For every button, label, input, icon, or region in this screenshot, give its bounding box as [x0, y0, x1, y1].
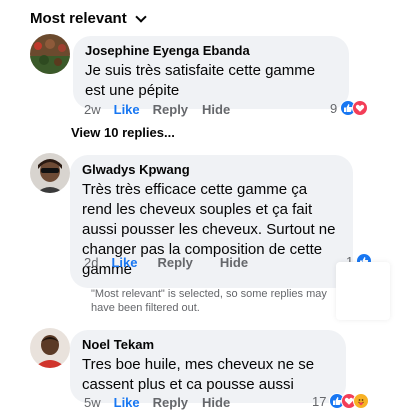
hide-button[interactable]: Hide	[220, 255, 248, 270]
care-icon	[353, 393, 370, 409]
comment-actions: 5w Like Reply Hide	[84, 395, 230, 410]
like-button[interactable]: Like	[111, 255, 137, 270]
sort-dropdown[interactable]: Most relevant	[30, 10, 147, 27]
reply-button[interactable]: Reply	[153, 102, 188, 117]
reply-button[interactable]: Reply	[153, 395, 188, 410]
view-replies-link[interactable]: View 10 replies...	[71, 125, 175, 140]
chevron-down-icon	[135, 10, 147, 23]
filter-notice: "Most relevant" is selected, so some rep…	[91, 288, 327, 314]
comment-text: Tres boe huile, mes cheveux ne se cassen…	[82, 356, 315, 393]
comment-author[interactable]: Glwadys Kpwang	[82, 162, 341, 178]
reaction-icons	[329, 393, 370, 409]
comment-bubble: Noel Tekam Tres boe huile, mes cheveux n…	[70, 330, 346, 403]
comment-time[interactable]: 5w	[84, 395, 101, 410]
reaction-icons	[340, 100, 369, 116]
reaction-count: 17	[312, 393, 327, 409]
like-button[interactable]: Like	[114, 102, 140, 117]
like-button[interactable]: Like	[114, 395, 140, 410]
avatar[interactable]	[30, 328, 70, 368]
comment-author[interactable]: Josephine Eyenga Ebanda	[85, 43, 337, 59]
comment-actions: 2d Like Reply Hide	[84, 255, 248, 270]
hide-button[interactable]: Hide	[202, 395, 230, 410]
notice-overlay	[336, 262, 390, 320]
avatar[interactable]	[30, 153, 70, 193]
love-icon	[352, 100, 369, 116]
reaction-count: 9	[330, 100, 338, 116]
reaction-summary[interactable]: 17	[312, 393, 370, 409]
comment-text: Je suis très satisfaite cette gamme est …	[85, 62, 316, 99]
reaction-summary[interactable]: 9	[330, 100, 369, 116]
avatar[interactable]	[30, 34, 70, 74]
comment-time[interactable]: 2d	[84, 255, 98, 270]
comment-author[interactable]: Noel Tekam	[82, 337, 334, 353]
comment-bubble: Josephine Eyenga Ebanda Je suis très sat…	[73, 36, 349, 109]
reply-button[interactable]: Reply	[157, 255, 192, 270]
comment-time[interactable]: 2w	[84, 102, 101, 117]
hide-button[interactable]: Hide	[202, 102, 230, 117]
comment-actions: 2w Like Reply Hide	[84, 102, 230, 117]
sort-label: Most relevant	[30, 10, 127, 27]
